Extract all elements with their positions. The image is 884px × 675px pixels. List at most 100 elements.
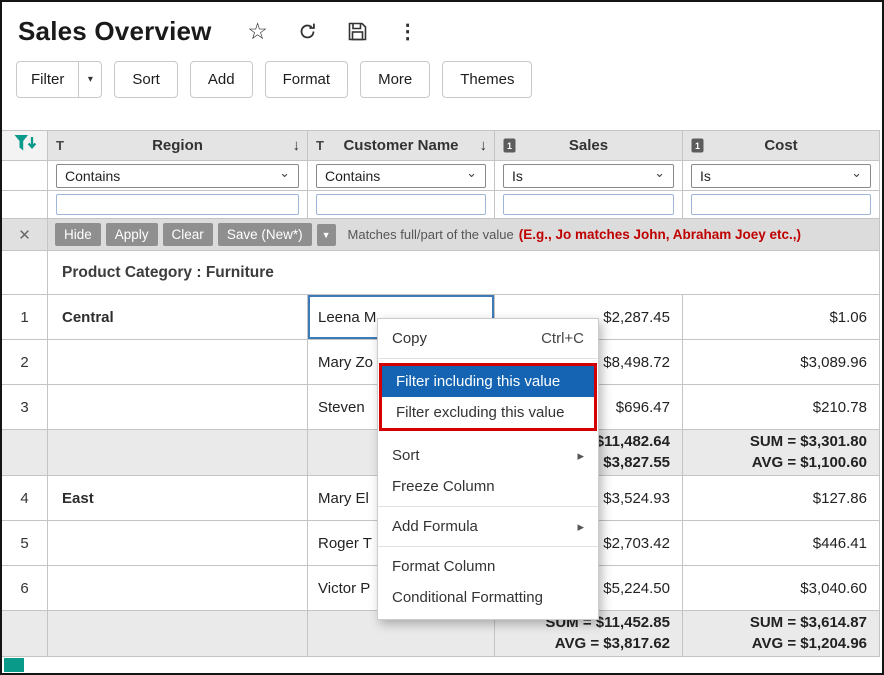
column-header-cost[interactable]: 1 Cost <box>683 131 880 161</box>
customer-filter-op-cell: Contains ⌄ <box>308 161 495 191</box>
menu-item-format-column[interactable]: Format Column <box>378 551 598 582</box>
cost-cell[interactable]: $210.78 <box>683 385 880 430</box>
chevron-down-icon: ⌄ <box>851 165 862 181</box>
sort-button[interactable]: Sort <box>114 61 178 98</box>
summary-gutter-cell <box>2 430 48 476</box>
menu-item-add-formula[interactable]: Add Formula ▸ <box>378 511 598 542</box>
menu-item-conditional-formatting-label: Conditional Formatting <box>392 589 543 606</box>
cost-filter-op-cell: Is ⌄ <box>683 161 880 191</box>
region-filter-input[interactable] <box>56 194 299 215</box>
region-cell[interactable] <box>48 340 308 385</box>
add-button[interactable]: Add <box>190 61 253 98</box>
cost-cell[interactable]: $1.06 <box>683 295 880 340</box>
menu-item-filter-including[interactable]: Filter including this value <box>382 366 594 397</box>
cost-cell[interactable]: $127.86 <box>683 476 880 521</box>
cost-avg-value: AVG = $1,100.60 <box>752 453 867 473</box>
save-dropdown-arrow-icon[interactable]: ▼ <box>317 224 336 246</box>
menu-item-copy[interactable]: Copy Ctrl+C <box>378 323 598 354</box>
column-header-sales[interactable]: 1 Sales <box>495 131 683 161</box>
row-number[interactable]: 1 <box>2 295 48 340</box>
region-filter-op-cell: Contains ⌄ <box>48 161 308 191</box>
region-cell[interactable] <box>48 566 308 611</box>
submenu-arrow-icon: ▸ <box>577 519 584 535</box>
hide-button[interactable]: Hide <box>55 223 101 246</box>
cost-filter-operator[interactable]: Is ⌄ <box>691 164 871 188</box>
clear-button[interactable]: Clear <box>163 223 213 246</box>
filter-funnel-cell[interactable] <box>2 131 48 161</box>
menu-item-filter-excluding[interactable]: Filter excluding this value <box>382 397 594 428</box>
row-number[interactable]: 5 <box>2 521 48 566</box>
row-number[interactable]: 4 <box>2 476 48 521</box>
apply-button[interactable]: Apply <box>106 223 158 246</box>
sales-filter-operator-value: Is <box>512 168 523 184</box>
cost-filter-operator-value: Is <box>700 168 711 184</box>
region-cell[interactable] <box>48 385 308 430</box>
region-cell[interactable] <box>48 521 308 566</box>
sales-filter-operator[interactable]: Is ⌄ <box>503 164 674 188</box>
region-filter-operator-value: Contains <box>65 168 120 184</box>
filter-dropdown-arrow-icon[interactable]: ▾ <box>78 62 101 97</box>
cost-cell[interactable]: $3,040.60 <box>683 566 880 611</box>
menu-item-sort-label: Sort <box>392 447 420 464</box>
annotation-highlight-box: Filter including this value Filter exclu… <box>379 363 597 431</box>
sales-filter-input[interactable] <box>503 194 674 215</box>
menu-item-sort[interactable]: Sort ▸ <box>378 440 598 471</box>
submenu-arrow-icon: ▸ <box>577 448 584 464</box>
row-number[interactable]: 6 <box>2 566 48 611</box>
region-cell[interactable]: East <box>48 476 308 521</box>
row-number[interactable]: 2 <box>2 340 48 385</box>
close-filter-icon[interactable]: ✕ <box>2 219 48 251</box>
filter-action-bar: Hide Apply Clear Save (New*) ▼ Matches f… <box>48 219 880 251</box>
row-number[interactable]: 3 <box>2 385 48 430</box>
sales-avg-value: AVG = $3,817.62 <box>555 634 670 654</box>
refresh-icon[interactable] <box>296 20 320 44</box>
region-cell[interactable]: Central <box>48 295 308 340</box>
cost-sum-value: SUM = $3,301.80 <box>750 432 867 452</box>
column-header-cost-label: Cost <box>764 137 797 154</box>
menu-separator <box>378 506 598 507</box>
cost-filter-input-cell <box>683 191 880 219</box>
save-new-button[interactable]: Save (New*) <box>218 223 312 246</box>
sales-filter-op-cell: Is ⌄ <box>495 161 683 191</box>
region-filter-operator[interactable]: Contains ⌄ <box>56 164 299 188</box>
menu-item-copy-label: Copy <box>392 330 427 347</box>
numeric-type-icon: 1 <box>503 138 516 153</box>
format-button[interactable]: Format <box>265 61 349 98</box>
cost-sum-value: SUM = $3,614.87 <box>750 613 867 633</box>
region-filter-input-cell <box>48 191 308 219</box>
gutter-cell <box>2 161 48 191</box>
themes-button[interactable]: Themes <box>442 61 532 98</box>
svg-text:1: 1 <box>507 141 512 151</box>
menu-separator <box>378 358 598 359</box>
menu-item-conditional-formatting[interactable]: Conditional Formatting <box>378 582 598 613</box>
column-header-customer-label: Customer Name <box>343 137 458 154</box>
filter-example-text: (E.g., Jo matches John, Abraham Joey etc… <box>519 227 801 242</box>
group-header: Product Category : Furniture <box>48 251 880 295</box>
more-options-icon[interactable]: ⋮ <box>396 20 420 44</box>
page-title: Sales Overview <box>18 16 212 47</box>
favorite-star-icon[interactable]: ☆ <box>246 20 270 44</box>
gutter-cell <box>2 191 48 219</box>
column-header-sales-label: Sales <box>569 137 608 154</box>
cost-summary-cell: SUM = $3,301.80 AVG = $1,100.60 <box>683 430 880 476</box>
column-header-region[interactable]: T Region ↓ <box>48 131 308 161</box>
customer-filter-input[interactable] <box>316 194 486 215</box>
more-button[interactable]: More <box>360 61 430 98</box>
menu-item-filter-excluding-label: Filter excluding this value <box>396 404 564 421</box>
menu-separator <box>378 546 598 547</box>
titlebar: Sales Overview ☆ ⋮ <box>2 2 882 51</box>
chevron-down-icon: ⌄ <box>279 165 290 181</box>
customer-filter-operator[interactable]: Contains ⌄ <box>316 164 486 188</box>
save-icon[interactable] <box>346 20 370 44</box>
summary-empty-cell <box>48 430 308 476</box>
filter-button[interactable]: Filter ▾ <box>16 61 102 98</box>
menu-item-freeze-column[interactable]: Freeze Column <box>378 471 598 502</box>
copy-shortcut: Ctrl+C <box>541 330 584 347</box>
cost-avg-value: AVG = $1,204.96 <box>752 634 867 654</box>
title-actions: ☆ ⋮ <box>246 20 420 44</box>
cost-filter-input[interactable] <box>691 194 871 215</box>
cost-cell[interactable]: $3,089.96 <box>683 340 880 385</box>
column-header-customer[interactable]: T Customer Name ↓ <box>308 131 495 161</box>
cost-cell[interactable]: $446.41 <box>683 521 880 566</box>
summary-empty-cell <box>48 611 308 657</box>
